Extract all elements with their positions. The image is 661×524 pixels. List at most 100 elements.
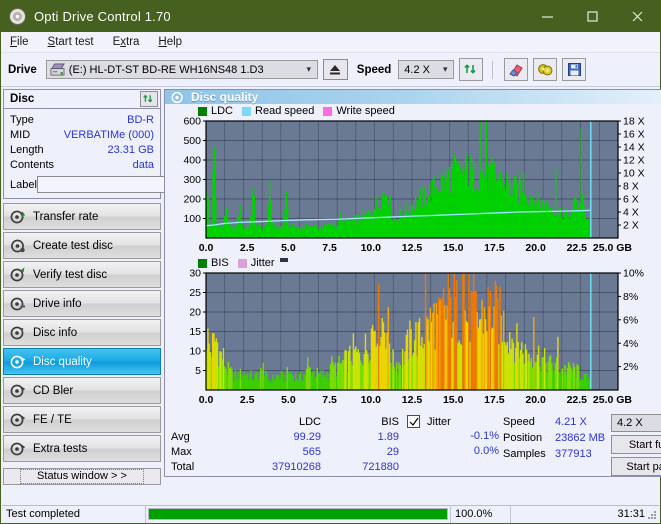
svg-text:22.5: 22.5	[567, 394, 588, 406]
eject-button[interactable]	[323, 59, 348, 80]
legend-swatch-write-speed	[323, 107, 332, 116]
save-icon	[567, 62, 582, 77]
svg-text:2 X: 2 X	[623, 220, 639, 232]
legend-label-write-speed: Write speed	[336, 105, 395, 117]
svg-text:10.0: 10.0	[361, 394, 382, 406]
svg-text:4 X: 4 X	[623, 207, 639, 219]
extra-tests-icon	[10, 441, 26, 457]
sidebar-item-label: Disc info	[33, 327, 77, 339]
status-window-button[interactable]: Status window > >	[3, 468, 161, 485]
disc-panel-title: Disc	[10, 93, 34, 105]
bis-chart-canvas[interactable]: 510152025302%4%6%8%10%0.02.55.07.510.012…	[168, 258, 660, 410]
main-panel-header: Disc quality	[165, 90, 661, 104]
samples-info-key: Samples	[503, 448, 555, 460]
sidebar-item-disc-info[interactable]: Disc info	[3, 319, 161, 346]
test-speed-select[interactable]: 4.2 X ▾	[611, 414, 661, 432]
legend-swatch-read-speed	[242, 107, 251, 116]
start-part-button[interactable]: Start part	[611, 457, 661, 476]
disc-row-contents: Contents data	[10, 157, 154, 172]
legend-label-read-speed: Read speed	[255, 105, 314, 117]
speed-info-key: Speed	[503, 416, 555, 428]
stats-total-bis: 721880	[321, 461, 399, 473]
legend-swatch-jitter	[238, 259, 247, 268]
sidebar-item-label: Drive info	[33, 298, 82, 310]
disc-row-mid: MID VERBATIMe (000)	[10, 127, 154, 142]
stats-table: LDC BIS Avg 99.29 1.89 Max 565 29 Tota	[171, 414, 407, 476]
resize-grip-icon[interactable]	[647, 510, 657, 520]
speed-select[interactable]: 4.2 X ▾	[398, 60, 454, 79]
save-button[interactable]	[562, 58, 586, 81]
drive-select[interactable]: (E:) HL-DT-ST BD-RE WH16NS48 1.D3 ▾	[46, 60, 318, 79]
maximize-button[interactable]	[570, 1, 615, 32]
svg-text:0.0: 0.0	[199, 242, 214, 254]
start-full-label: Start full	[629, 439, 661, 451]
test-controls: 4.2 X ▾ Start full Start part	[611, 414, 661, 476]
sidebar-item-extra-tests[interactable]: Extra tests	[3, 435, 161, 462]
sidebar-item-create-test-disc[interactable]: Create test disc	[3, 232, 161, 259]
drive-info-icon	[10, 296, 26, 312]
stats-row-total: Total 37910268 721880	[171, 459, 407, 474]
svg-text:10 X: 10 X	[623, 168, 645, 180]
drive-value: (E:) HL-DT-ST BD-RE WH16NS48 1.D3	[69, 64, 264, 76]
charts-area: LDC Read speed Write speed 1002003004005…	[165, 104, 661, 410]
jitter-max-value: 0.0%	[407, 444, 503, 459]
menu-help[interactable]: Help	[158, 36, 182, 48]
svg-text:15.0: 15.0	[443, 394, 464, 406]
drive-label: Drive	[8, 64, 37, 76]
menu-file[interactable]: File	[10, 36, 29, 48]
jitter-checkbox[interactable]	[407, 415, 420, 428]
disc-quality-icon	[171, 91, 184, 104]
svg-text:20.0: 20.0	[525, 242, 546, 254]
erase-button[interactable]	[504, 58, 528, 81]
refresh-button[interactable]	[459, 58, 483, 81]
sidebar-item-verify-test-disc[interactable]: Verify test disc	[3, 261, 161, 288]
sidebar-item-fe-te[interactable]: FE / TE	[3, 406, 161, 433]
sidebar-item-drive-info[interactable]: Drive info	[3, 290, 161, 317]
svg-text:2.5: 2.5	[240, 242, 255, 254]
svg-text:17.5: 17.5	[484, 394, 505, 406]
jitter-header: Jitter	[407, 414, 503, 429]
disc-row-key: Contents	[10, 159, 54, 171]
menu-extra[interactable]: Extra	[113, 36, 140, 48]
svg-text:5: 5	[195, 365, 201, 377]
legend-swatch-bis	[198, 259, 207, 268]
ldc-chart-canvas[interactable]: 1002003004005006002 X4 X6 X8 X10 X12 X14…	[168, 106, 660, 258]
disc-properties: Type BD-R MID VERBATIMe (000) Length 23.…	[4, 109, 160, 198]
sidebar-item-transfer-rate[interactable]: Transfer rate	[3, 203, 161, 230]
disc-row-key: Length	[10, 144, 44, 156]
status-window-label: Status window > >	[20, 469, 144, 484]
position-info-value: 23862 MB	[555, 432, 605, 444]
eraser-icon	[508, 62, 525, 77]
svg-text:8%: 8%	[623, 291, 638, 303]
stats-row-max: Max 565 29	[171, 444, 407, 459]
svg-text:600: 600	[183, 116, 201, 128]
sidebar-item-disc-quality[interactable]: Disc quality	[3, 348, 161, 375]
refresh-icon	[143, 93, 155, 105]
sidebar-item-label: FE / TE	[33, 414, 72, 426]
stats-total-ldc: 37910268	[233, 461, 321, 473]
legend-label-ldc: LDC	[211, 105, 233, 117]
disc-refresh-button[interactable]	[140, 91, 158, 107]
svg-text:2.5: 2.5	[240, 394, 255, 406]
disc-row-key: Type	[10, 114, 34, 126]
disc-quality-ldc-chart: LDC Read speed Write speed 1002003004005…	[168, 106, 661, 258]
sidebar-item-label: Extra tests	[33, 443, 87, 455]
bitsetting-button[interactable]	[533, 58, 557, 81]
minimize-button[interactable]	[525, 1, 570, 32]
svg-text:14 X: 14 X	[623, 142, 645, 154]
menu-start-test[interactable]: Start test	[48, 36, 94, 48]
stats-row-label: Max	[171, 446, 233, 458]
cd-bler-icon	[10, 383, 26, 399]
disc-row-value: BD-R	[127, 114, 154, 126]
stats-area: LDC BIS Avg 99.29 1.89 Max 565 29 Tota	[165, 410, 661, 478]
sidebar-item-cd-bler[interactable]: CD Bler	[3, 377, 161, 404]
svg-text:7.5: 7.5	[322, 394, 337, 406]
close-button[interactable]	[615, 1, 660, 32]
disc-row-value: VERBATIMe (000)	[64, 129, 154, 141]
elapsed-time: 31:31	[511, 506, 659, 523]
svg-text:0.0: 0.0	[199, 394, 214, 406]
svg-text:25.0 GB: 25.0 GB	[593, 242, 633, 254]
svg-text:16 X: 16 X	[623, 129, 645, 141]
start-full-button[interactable]: Start full	[611, 435, 661, 454]
svg-text:22.5: 22.5	[567, 242, 588, 254]
